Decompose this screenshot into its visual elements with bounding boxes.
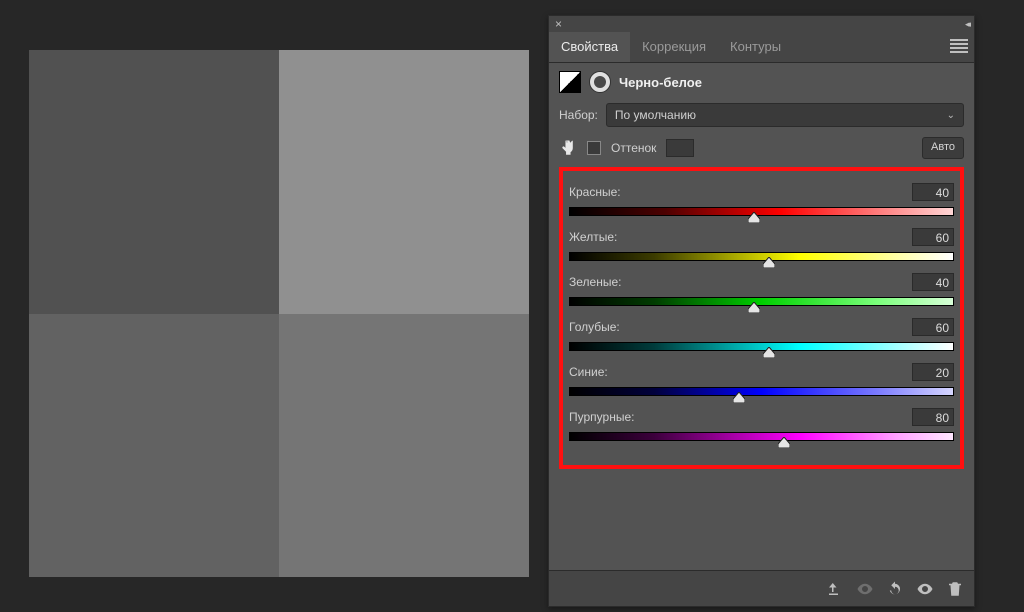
preview-quadrant <box>29 314 279 578</box>
slider-thumb[interactable] <box>778 437 790 448</box>
panel-menu-icon[interactable] <box>950 39 968 53</box>
color-slider-row: Синие: 20 <box>569 363 954 396</box>
slider-label: Желтые: <box>569 230 617 244</box>
slider-value-input[interactable]: 20 <box>912 363 954 381</box>
reset-icon[interactable] <box>886 580 904 598</box>
slider-value-input[interactable]: 40 <box>912 183 954 201</box>
color-slider-row: Голубые: 60 <box>569 318 954 351</box>
slider-thumb[interactable] <box>748 302 760 313</box>
tint-color-swatch[interactable] <box>666 139 694 157</box>
collapse-icon[interactable]: ◂◂ <box>965 19 968 30</box>
tint-label: Оттенок <box>611 141 656 155</box>
preview-quadrant <box>279 314 529 578</box>
tab-properties[interactable]: Свойства <box>549 32 630 62</box>
slider-label: Пурпурные: <box>569 410 634 424</box>
preview-quadrant <box>29 50 279 314</box>
color-slider-row: Пурпурные: 80 <box>569 408 954 441</box>
tab-adjustments[interactable]: Коррекция <box>630 32 718 62</box>
color-sliders-group: Красные: 40 Желтые: 60 Зеленые: 40 Голубые: 60 С… <box>559 167 964 469</box>
tint-checkbox[interactable] <box>587 141 601 155</box>
properties-panel: × ◂◂ Свойства Коррекция Контуры Черно-бе… <box>548 15 975 607</box>
tab-paths[interactable]: Контуры <box>718 32 793 62</box>
slider-thumb[interactable] <box>763 257 775 268</box>
preview-quadrant <box>279 50 529 314</box>
slider-thumb[interactable] <box>733 392 745 403</box>
chevron-down-icon: ⌄ <box>947 110 955 121</box>
slider-track[interactable] <box>569 297 954 306</box>
preset-label: Набор: <box>559 108 598 122</box>
document-preview <box>29 50 529 577</box>
clip-to-layer-icon[interactable] <box>826 580 844 598</box>
slider-label: Зеленые: <box>569 275 621 289</box>
slider-label: Голубые: <box>569 320 620 334</box>
slider-label: Синие: <box>569 365 608 379</box>
delete-icon[interactable] <box>946 580 964 598</box>
close-icon[interactable]: × <box>555 17 562 31</box>
preset-select[interactable]: По умолчанию ⌄ <box>606 103 964 127</box>
auto-button[interactable]: Авто <box>922 137 964 159</box>
slider-thumb[interactable] <box>763 347 775 358</box>
adjustment-title: Черно-белое <box>619 75 702 90</box>
slider-thumb[interactable] <box>748 212 760 223</box>
slider-track[interactable] <box>569 207 954 216</box>
slider-value-input[interactable]: 40 <box>912 273 954 291</box>
slider-value-input[interactable]: 60 <box>912 318 954 336</box>
slider-track[interactable] <box>569 252 954 261</box>
slider-label: Красные: <box>569 185 621 199</box>
slider-track[interactable] <box>569 342 954 351</box>
slider-track[interactable] <box>569 432 954 441</box>
preset-value: По умолчанию <box>615 108 696 122</box>
color-slider-row: Желтые: 60 <box>569 228 954 261</box>
slider-value-input[interactable]: 60 <box>912 228 954 246</box>
targeted-adjustment-icon[interactable] <box>559 139 577 157</box>
slider-value-input[interactable]: 80 <box>912 408 954 426</box>
bw-adjustment-icon <box>559 71 581 93</box>
toggle-visibility-icon[interactable] <box>916 580 934 598</box>
view-previous-state-icon[interactable] <box>856 580 874 598</box>
color-slider-row: Зеленые: 40 <box>569 273 954 306</box>
slider-track[interactable] <box>569 387 954 396</box>
layer-mask-icon[interactable] <box>589 71 611 93</box>
color-slider-row: Красные: 40 <box>569 183 954 216</box>
